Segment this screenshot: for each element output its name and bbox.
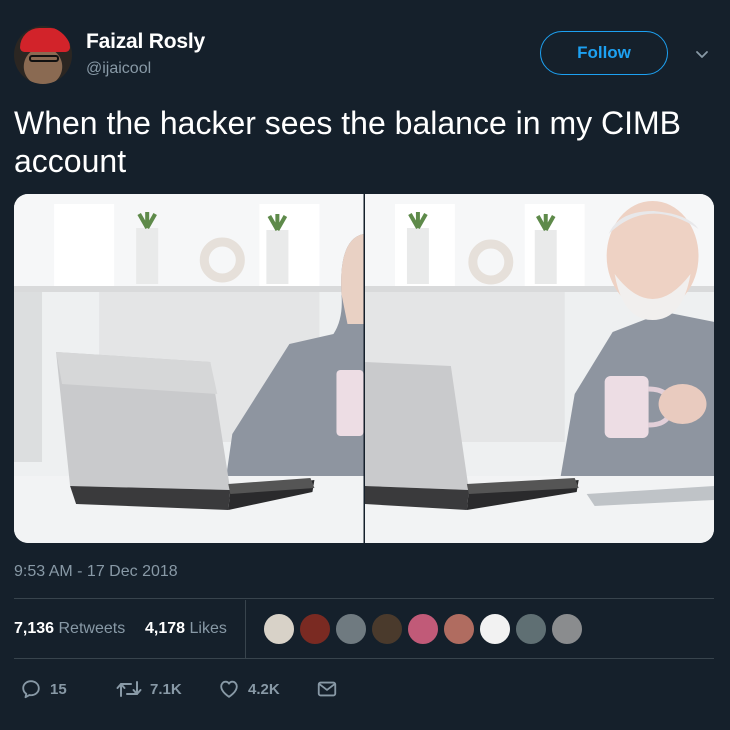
- liker-avatar[interactable]: [478, 612, 512, 646]
- photo-left[interactable]: [14, 194, 364, 543]
- tweet-text: When the hacker sees the balance in my C…: [14, 105, 681, 179]
- reply-count: 15: [50, 680, 67, 698]
- liker-avatar[interactable]: [550, 612, 584, 646]
- tweet-timestamp[interactable]: 9:53 AM - 17 Dec 2018: [14, 563, 178, 581]
- divider: [14, 598, 714, 599]
- liker-avatar[interactable]: [406, 612, 440, 646]
- avatar-glasses: [29, 55, 59, 62]
- photo-right[interactable]: [364, 194, 714, 543]
- retweets-stat[interactable]: 7,136 Retweets: [14, 620, 125, 638]
- message-icon: [317, 681, 337, 697]
- liker-avatar[interactable]: [442, 612, 476, 646]
- reply-button[interactable]: 15: [20, 676, 67, 702]
- avatar[interactable]: [14, 26, 72, 84]
- user-handle[interactable]: @ijaicool: [86, 60, 151, 78]
- tweet-actions: 15 7.1K 4.2K: [14, 672, 714, 708]
- stats-separator: [245, 600, 246, 658]
- like-icon: [220, 680, 238, 698]
- like-count: 4.2K: [248, 680, 280, 698]
- likes-stat-count: 4,178: [145, 620, 186, 637]
- avatar-cap: [20, 28, 70, 52]
- liker-avatar[interactable]: [262, 612, 296, 646]
- liker-avatar[interactable]: [334, 612, 368, 646]
- likes-stat[interactable]: 4,178 Likes: [145, 620, 227, 638]
- like-button[interactable]: 4.2K: [218, 676, 280, 702]
- tweet-media[interactable]: [14, 194, 714, 543]
- liker-avatar[interactable]: [298, 612, 332, 646]
- retweets-stat-count: 7,136: [14, 620, 55, 637]
- direct-message-button[interactable]: [316, 676, 338, 702]
- tweet-header: Faizal Rosly @ijaicool Follow: [14, 26, 716, 86]
- reply-icon: [22, 680, 40, 699]
- user-name[interactable]: Faizal Rosly: [86, 30, 205, 54]
- retweet-icon: [116, 681, 142, 697]
- retweet-count: 7.1K: [150, 680, 182, 698]
- chevron-down-icon[interactable]: [694, 46, 710, 62]
- liker-avatar[interactable]: [370, 612, 404, 646]
- follow-button[interactable]: Follow: [540, 31, 668, 75]
- retweets-stat-label: Retweets: [58, 620, 126, 637]
- divider: [14, 658, 714, 659]
- tweet-stats: 7,136 Retweets 4,178 Likes: [14, 600, 714, 658]
- likes-stat-label: Likes: [189, 620, 227, 637]
- liker-avatar[interactable]: [514, 612, 548, 646]
- retweet-button[interactable]: 7.1K: [116, 676, 182, 702]
